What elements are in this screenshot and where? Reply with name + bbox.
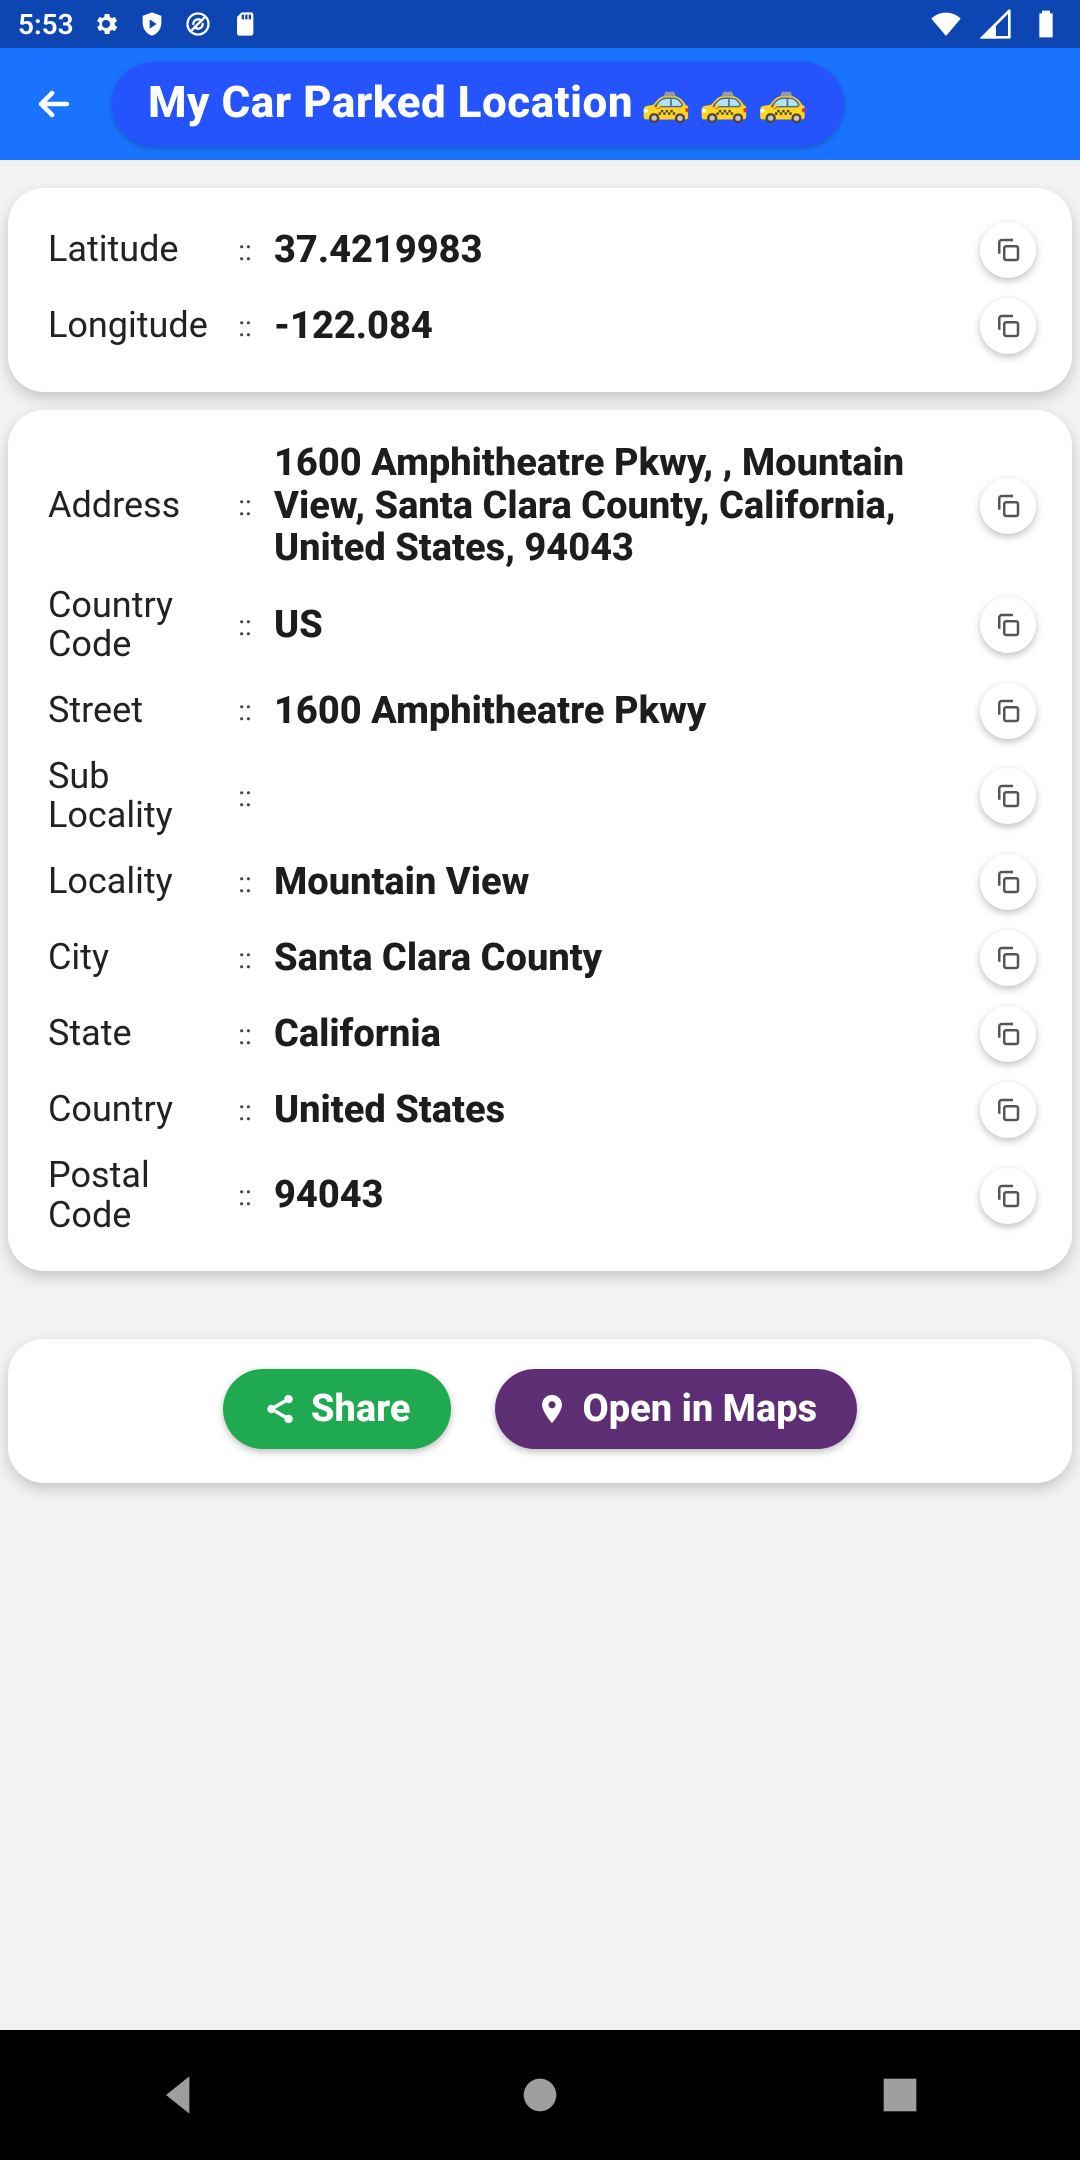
copy-longitude-button[interactable] <box>980 298 1036 354</box>
sd-card-icon <box>230 10 258 38</box>
city-row: City :: Santa Clara County <box>48 920 1036 996</box>
system-nav-bar <box>0 2030 1080 2160</box>
copy-street-button[interactable] <box>980 683 1036 739</box>
longitude-value: -122.084 <box>274 305 962 348</box>
settings-gear-icon <box>92 10 120 38</box>
open-in-maps-button[interactable]: Open in Maps <box>495 1369 858 1449</box>
copy-latitude-button[interactable] <box>980 222 1036 278</box>
share-button[interactable]: Share <box>223 1369 451 1449</box>
status-bar: 5:53 <box>0 0 1080 48</box>
copy-locality-button[interactable] <box>980 854 1036 910</box>
wifi-icon <box>930 8 962 40</box>
postal-code-value: 94043 <box>274 1174 962 1217</box>
locality-row: Locality :: Mountain View <box>48 844 1036 920</box>
city-value: Santa Clara County <box>274 937 962 980</box>
play-protect-icon <box>138 10 166 38</box>
separator: :: <box>234 780 256 813</box>
address-row: Address :: 1600 Amphitheatre Pkwy, , Mou… <box>48 434 1036 578</box>
separator: :: <box>234 489 256 522</box>
cell-signal-icon <box>980 8 1012 40</box>
separator: :: <box>234 310 256 343</box>
address-details-card: Address :: 1600 Amphitheatre Pkwy, , Mou… <box>8 410 1072 1271</box>
copy-sublocality-button[interactable] <box>980 768 1036 824</box>
separator: :: <box>234 234 256 267</box>
back-button[interactable] <box>18 68 90 140</box>
separator: :: <box>234 1018 256 1051</box>
coordinates-card: Latitude :: 37.4219983 Longitude :: -122… <box>8 188 1072 392</box>
country-row: Country :: United States <box>48 1072 1036 1148</box>
separator: :: <box>234 942 256 975</box>
country-code-value: US <box>274 604 962 647</box>
copy-postal-button[interactable] <box>980 1168 1036 1224</box>
country-code-row: Country Code :: US <box>48 578 1036 673</box>
postal-code-label: Postal Code <box>48 1156 216 1235</box>
content-area: Latitude :: 37.4219983 Longitude :: -122… <box>0 160 1080 1483</box>
copy-address-button[interactable] <box>980 478 1036 534</box>
separator: :: <box>234 1179 256 1212</box>
state-row: State :: California <box>48 996 1036 1072</box>
state-label: State <box>48 1014 216 1054</box>
latitude-row: Latitude :: 37.4219983 <box>48 212 1036 288</box>
maps-button-label: Open in Maps <box>583 1387 818 1431</box>
sublocality-row: Sub Locality :: <box>48 749 1036 844</box>
location-pin-icon <box>535 1392 569 1426</box>
street-label: Street <box>48 691 216 731</box>
actions-card: Share Open in Maps <box>8 1339 1072 1483</box>
address-label: Address <box>48 486 216 526</box>
street-row: Street :: 1600 Amphitheatre Pkwy <box>48 673 1036 749</box>
nav-home-button[interactable] <box>512 2067 568 2123</box>
app-bar: My Car Parked Location 🚕 🚕 🚕 <box>0 48 1080 160</box>
postal-code-row: Postal Code :: 94043 <box>48 1148 1036 1243</box>
latitude-value: 37.4219983 <box>274 229 962 272</box>
no-sync-icon <box>184 10 212 38</box>
state-value: California <box>274 1013 962 1056</box>
share-icon <box>263 1392 297 1426</box>
page-title-pill: My Car Parked Location 🚕 🚕 🚕 <box>112 62 844 146</box>
copy-country-button[interactable] <box>980 1082 1036 1138</box>
copy-country-code-button[interactable] <box>980 597 1036 653</box>
separator: :: <box>234 694 256 727</box>
latitude-label: Latitude <box>48 230 216 270</box>
nav-recents-button[interactable] <box>872 2067 928 2123</box>
longitude-label: Longitude <box>48 306 216 346</box>
status-time: 5:53 <box>18 8 74 41</box>
taxi-icon: 🚕 <box>699 82 749 122</box>
address-value: 1600 Amphitheatre Pkwy, , Mountain View,… <box>274 442 962 570</box>
sublocality-label: Sub Locality <box>48 757 216 836</box>
city-label: City <box>48 938 216 978</box>
copy-city-button[interactable] <box>980 930 1036 986</box>
longitude-row: Longitude :: -122.084 <box>48 288 1036 364</box>
taxi-icon: 🚕 <box>641 82 691 122</box>
locality-label: Locality <box>48 862 216 902</box>
locality-value: Mountain View <box>274 861 962 904</box>
share-button-label: Share <box>311 1387 411 1431</box>
street-value: 1600 Amphitheatre Pkwy <box>274 690 962 733</box>
copy-state-button[interactable] <box>980 1006 1036 1062</box>
separator: :: <box>234 866 256 899</box>
country-value: United States <box>274 1089 962 1132</box>
separator: :: <box>234 1094 256 1127</box>
battery-icon <box>1030 8 1062 40</box>
country-label: Country <box>48 1090 216 1130</box>
country-code-label: Country Code <box>48 586 216 665</box>
taxi-icon: 🚕 <box>758 82 808 122</box>
nav-back-button[interactable] <box>152 2067 208 2123</box>
separator: :: <box>234 609 256 642</box>
page-title: My Car Parked Location <box>148 76 633 128</box>
